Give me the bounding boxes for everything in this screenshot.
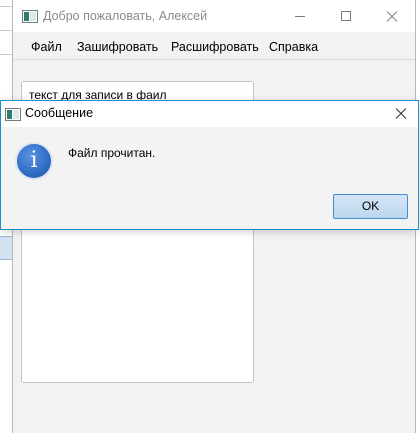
menu-file[interactable]: Файл — [31, 40, 62, 54]
close-icon[interactable] — [369, 0, 415, 32]
menu-help[interactable]: Справка — [269, 40, 318, 54]
menu-decrypt[interactable]: Расшифровать — [171, 40, 259, 54]
info-icon: i — [15, 142, 53, 180]
dialog-message: Файл прочитан. — [68, 146, 156, 160]
ok-button[interactable]: OK — [333, 194, 408, 219]
main-titlebar[interactable]: Добро пожаловать, Алексей — [13, 0, 415, 32]
minimize-icon[interactable] — [277, 0, 323, 32]
message-dialog: Сообщение i Файл прочитан. OK — [0, 100, 419, 230]
maximize-icon[interactable] — [323, 0, 369, 32]
menu-encrypt[interactable]: Зашифровать — [77, 40, 158, 54]
background-line — [0, 30, 12, 31]
background-line — [0, 6, 12, 7]
dialog-app-icon — [5, 108, 21, 121]
app-icon — [22, 10, 38, 23]
main-window-title: Добро пожаловать, Алексей — [43, 9, 208, 23]
close-icon[interactable] — [384, 101, 418, 127]
dialog-titlebar[interactable]: Сообщение — [1, 101, 418, 127]
menu-bar: Файл Зашифровать Расшифровать Справка — [13, 34, 415, 60]
background-line — [0, 54, 12, 55]
dialog-title: Сообщение — [25, 106, 94, 120]
background-selection — [0, 236, 12, 260]
